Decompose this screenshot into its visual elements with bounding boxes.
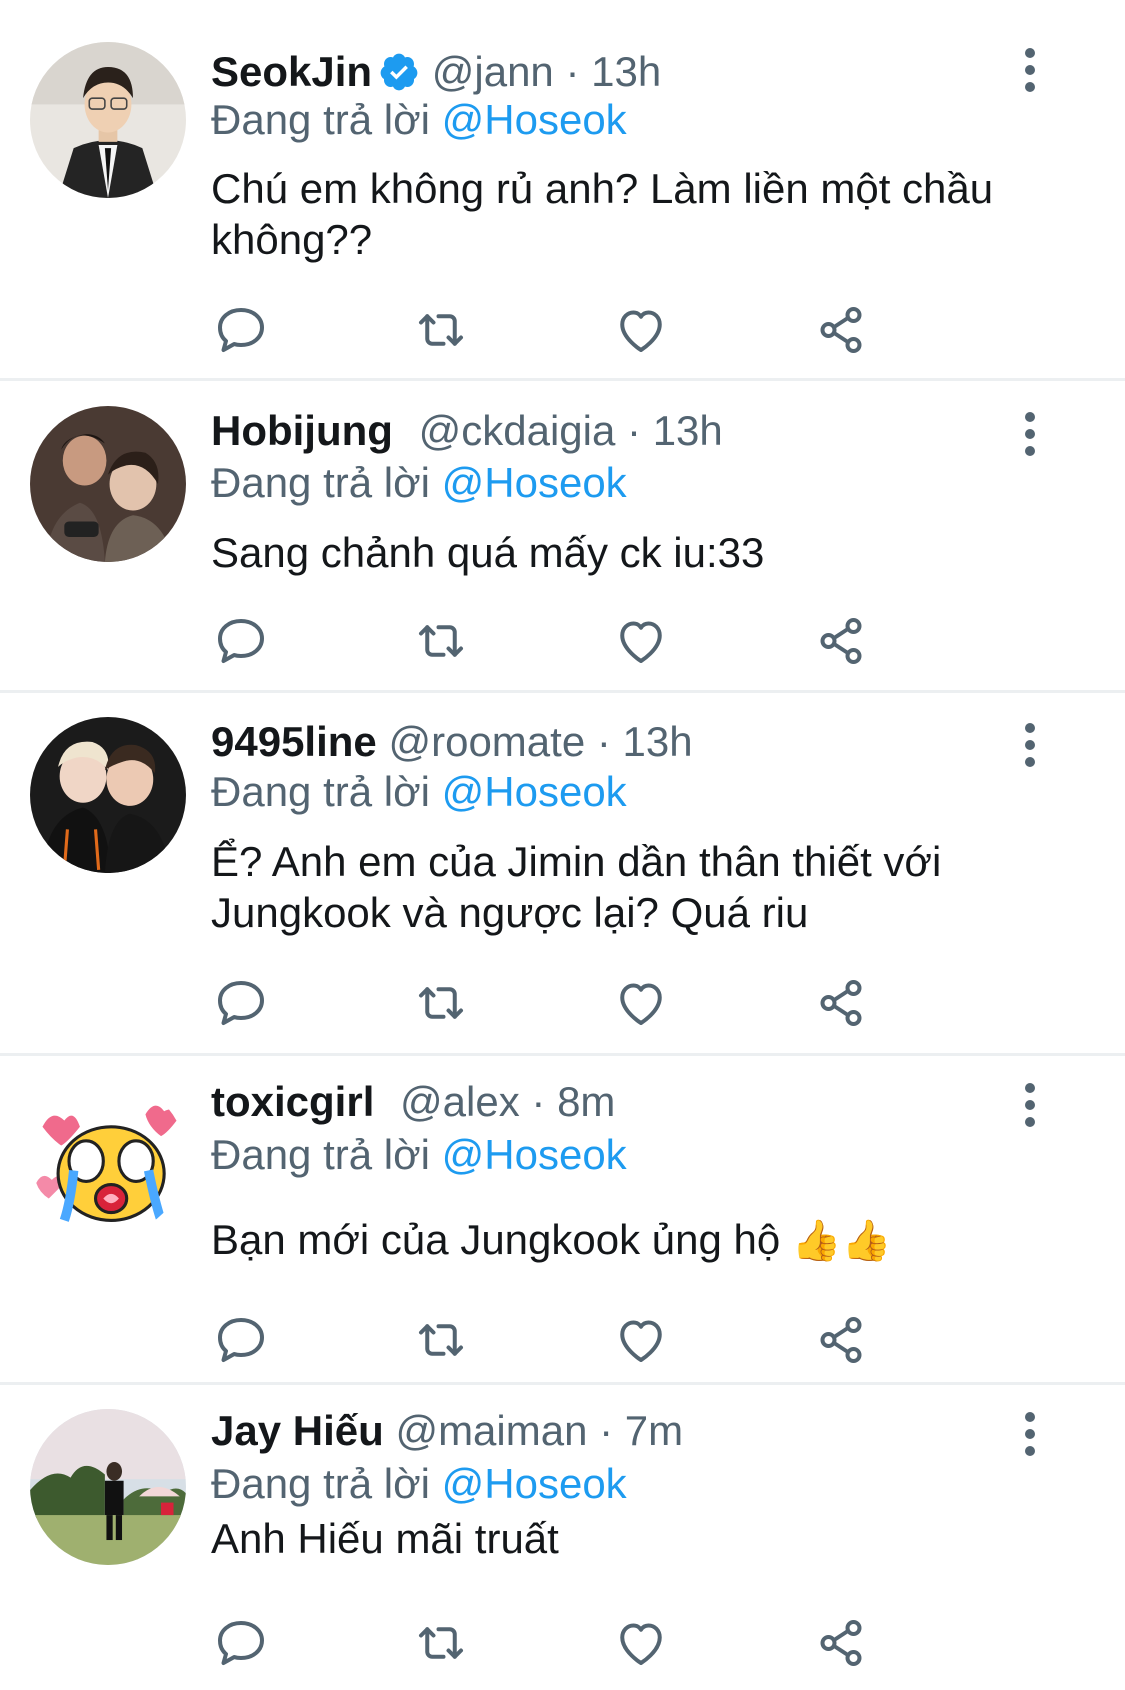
- reply-mention-link[interactable]: @Hoseok: [442, 1131, 627, 1178]
- avatar[interactable]: [30, 1409, 186, 1565]
- reply-prefix: Đang trả lời: [211, 96, 430, 143]
- share-icon[interactable]: [811, 611, 871, 671]
- tweet-header: Jay Hiếu @maiman · 7m: [211, 1406, 683, 1456]
- more-icon[interactable]: [1015, 1412, 1045, 1456]
- reply-icon[interactable]: [211, 611, 271, 671]
- share-icon[interactable]: [811, 1310, 871, 1370]
- action-bar: [211, 300, 911, 360]
- share-icon[interactable]: [811, 300, 871, 360]
- tweet[interactable]: Hobijung @ckdaigia · 13h Đang trả lời @H…: [0, 381, 1125, 690]
- retweet-icon[interactable]: [411, 1613, 471, 1673]
- tweet[interactable]: 9495line @roomate · 13h Đang trả lời @Ho…: [0, 693, 1125, 1053]
- user-handle[interactable]: @maiman: [395, 1407, 587, 1454]
- reply-feed: SeokJin @jann · 13h Đang trả lời @Hoseok…: [0, 0, 1125, 1690]
- tweet[interactable]: toxicgirl @alex · 8m Đang trả lời @Hoseo…: [0, 1056, 1125, 1382]
- timestamp[interactable]: 13h: [623, 718, 693, 765]
- tweet[interactable]: Jay Hiếu @maiman · 7m Đang trả lời @Hose…: [0, 1385, 1125, 1690]
- avatar[interactable]: [30, 406, 186, 562]
- avatar[interactable]: [30, 42, 186, 198]
- action-bar: [211, 1613, 911, 1673]
- tweet-text-content: Bạn mới của Jungkook ủng hộ: [211, 1216, 781, 1263]
- timestamp[interactable]: 8m: [557, 1078, 615, 1125]
- action-bar: [211, 611, 911, 671]
- share-icon[interactable]: [811, 1613, 871, 1673]
- tweet-text: Sang chảnh quá mấy ck iu:33: [211, 529, 765, 576]
- user-handle[interactable]: @jann: [432, 48, 554, 95]
- avatar[interactable]: [30, 1080, 186, 1236]
- action-bar: [211, 973, 911, 1033]
- like-icon[interactable]: [611, 611, 671, 671]
- tweet-text: Anh Hiếu mãi truất: [211, 1515, 559, 1562]
- more-icon[interactable]: [1015, 412, 1045, 456]
- timestamp[interactable]: 7m: [625, 1407, 683, 1454]
- reply-mention-link[interactable]: @Hoseok: [442, 1460, 627, 1507]
- share-icon[interactable]: [811, 973, 871, 1033]
- replying-to: Đang trả lời @Hoseok: [211, 458, 627, 508]
- reply-mention-link[interactable]: @Hoseok: [442, 96, 627, 143]
- retweet-icon[interactable]: [411, 611, 471, 671]
- display-name[interactable]: 9495line: [211, 718, 377, 765]
- tweet-header: 9495line @roomate · 13h: [211, 717, 693, 767]
- separator-dot: ·: [596, 718, 611, 765]
- display-name[interactable]: Jay Hiếu: [211, 1407, 384, 1454]
- display-name[interactable]: toxicgirl: [211, 1078, 374, 1125]
- replying-to: Đang trả lời @Hoseok: [211, 1459, 627, 1509]
- avatar[interactable]: [30, 717, 186, 873]
- reply-prefix: Đang trả lời: [211, 459, 430, 506]
- retweet-icon[interactable]: [411, 300, 471, 360]
- reply-icon[interactable]: [211, 1310, 271, 1370]
- like-icon[interactable]: [611, 1310, 671, 1370]
- replying-to: Đang trả lời @Hoseok: [211, 95, 627, 145]
- reply-prefix: Đang trả lời: [211, 1460, 430, 1507]
- tweet-text: Chú em không rủ anh? Làm liền một chầu k…: [211, 165, 994, 263]
- separator-dot: ·: [627, 407, 642, 454]
- retweet-icon[interactable]: [411, 973, 471, 1033]
- timestamp[interactable]: 13h: [591, 48, 661, 95]
- reply-mention-link[interactable]: @Hoseok: [442, 459, 627, 506]
- tweet-text: Bạn mới của Jungkook ủng hộ 👍👍: [211, 1214, 1051, 1267]
- more-icon[interactable]: [1015, 723, 1045, 767]
- separator-dot: ·: [599, 1407, 614, 1454]
- retweet-icon[interactable]: [411, 1310, 471, 1370]
- tweet-text: Ể? Anh em của Jimin dần thân thiết với J…: [211, 838, 942, 936]
- separator-dot: ·: [531, 1078, 546, 1125]
- like-icon[interactable]: [611, 1613, 671, 1673]
- user-handle[interactable]: @alex: [400, 1078, 520, 1125]
- reply-mention-link[interactable]: @Hoseok: [442, 768, 627, 815]
- like-icon[interactable]: [611, 973, 671, 1033]
- tweet-header: SeokJin @jann · 13h: [211, 47, 661, 97]
- more-icon[interactable]: [1015, 48, 1045, 92]
- tweet-header: toxicgirl @alex · 8m: [211, 1077, 615, 1127]
- action-bar: [211, 1310, 911, 1370]
- user-handle[interactable]: @ckdaigia: [419, 407, 616, 454]
- replying-to: Đang trả lời @Hoseok: [211, 767, 627, 817]
- like-icon[interactable]: [611, 300, 671, 360]
- more-icon[interactable]: [1015, 1083, 1045, 1127]
- reply-prefix: Đang trả lời: [211, 1131, 430, 1178]
- reply-prefix: Đang trả lời: [211, 768, 430, 815]
- user-handle[interactable]: @roomate: [388, 718, 585, 765]
- reply-icon[interactable]: [211, 300, 271, 360]
- replying-to: Đang trả lời @Hoseok: [211, 1130, 627, 1180]
- tweet[interactable]: SeokJin @jann · 13h Đang trả lời @Hoseok…: [0, 0, 1125, 378]
- verified-badge-icon: [378, 51, 420, 93]
- reply-icon[interactable]: [211, 973, 271, 1033]
- display-name[interactable]: SeokJin: [211, 48, 372, 95]
- thumbs-up-emoji: 👍👍: [791, 1219, 892, 1263]
- tweet-header: Hobijung @ckdaigia · 13h: [211, 406, 723, 456]
- reply-icon[interactable]: [211, 1613, 271, 1673]
- timestamp[interactable]: 13h: [653, 407, 723, 454]
- display-name[interactable]: Hobijung: [211, 407, 393, 454]
- separator-dot: ·: [565, 48, 580, 95]
